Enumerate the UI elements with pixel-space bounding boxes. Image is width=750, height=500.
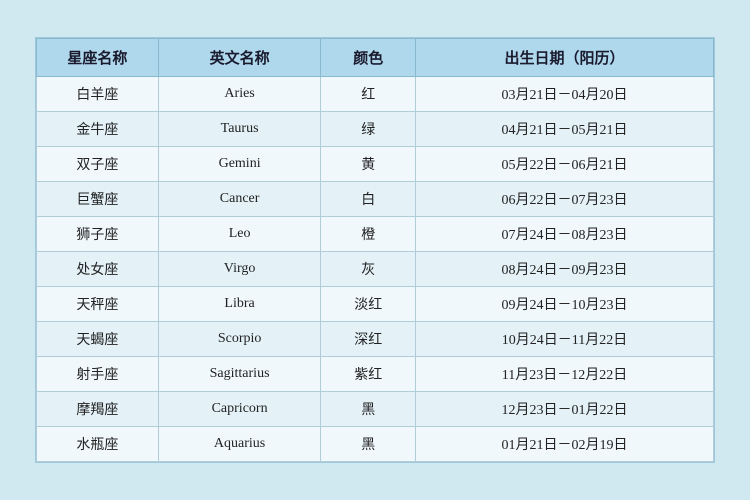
cell-english: Aquarius <box>158 427 320 462</box>
table-row: 天秤座Libra淡红09月24日－10月23日 <box>37 287 714 322</box>
cell-chinese: 巨蟹座 <box>37 182 159 217</box>
cell-dates: 09月24日－10月23日 <box>416 287 714 322</box>
cell-chinese: 白羊座 <box>37 77 159 112</box>
table-row: 金牛座Taurus绿04月21日－05月21日 <box>37 112 714 147</box>
header-english: 英文名称 <box>158 39 320 77</box>
zodiac-table: 星座名称 英文名称 颜色 出生日期（阳历） 白羊座Aries红03月21日－04… <box>36 38 714 462</box>
cell-dates: 11月23日－12月22日 <box>416 357 714 392</box>
table-body: 白羊座Aries红03月21日－04月20日金牛座Taurus绿04月21日－0… <box>37 77 714 462</box>
cell-color: 红 <box>321 77 416 112</box>
cell-color: 深红 <box>321 322 416 357</box>
cell-chinese: 水瓶座 <box>37 427 159 462</box>
zodiac-table-container: 星座名称 英文名称 颜色 出生日期（阳历） 白羊座Aries红03月21日－04… <box>35 37 715 463</box>
cell-dates: 12月23日－01月22日 <box>416 392 714 427</box>
cell-english: Capricorn <box>158 392 320 427</box>
table-row: 处女座Virgo灰08月24日－09月23日 <box>37 252 714 287</box>
cell-english: Scorpio <box>158 322 320 357</box>
cell-english: Cancer <box>158 182 320 217</box>
cell-dates: 01月21日－02月19日 <box>416 427 714 462</box>
table-header-row: 星座名称 英文名称 颜色 出生日期（阳历） <box>37 39 714 77</box>
cell-chinese: 处女座 <box>37 252 159 287</box>
cell-color: 黄 <box>321 147 416 182</box>
cell-english: Gemini <box>158 147 320 182</box>
header-date: 出生日期（阳历） <box>416 39 714 77</box>
cell-dates: 08月24日－09月23日 <box>416 252 714 287</box>
table-row: 巨蟹座Cancer白06月22日－07月23日 <box>37 182 714 217</box>
cell-color: 橙 <box>321 217 416 252</box>
cell-color: 紫红 <box>321 357 416 392</box>
cell-dates: 06月22日－07月23日 <box>416 182 714 217</box>
table-row: 天蝎座Scorpio深红10月24日－11月22日 <box>37 322 714 357</box>
cell-english: Virgo <box>158 252 320 287</box>
cell-color: 黑 <box>321 392 416 427</box>
cell-chinese: 天秤座 <box>37 287 159 322</box>
table-row: 摩羯座Capricorn黑12月23日－01月22日 <box>37 392 714 427</box>
header-color: 颜色 <box>321 39 416 77</box>
cell-chinese: 狮子座 <box>37 217 159 252</box>
cell-english: Libra <box>158 287 320 322</box>
cell-english: Sagittarius <box>158 357 320 392</box>
cell-color: 白 <box>321 182 416 217</box>
cell-chinese: 射手座 <box>37 357 159 392</box>
cell-chinese: 金牛座 <box>37 112 159 147</box>
table-row: 射手座Sagittarius紫红11月23日－12月22日 <box>37 357 714 392</box>
cell-chinese: 天蝎座 <box>37 322 159 357</box>
cell-english: Taurus <box>158 112 320 147</box>
cell-dates: 05月22日－06月21日 <box>416 147 714 182</box>
cell-color: 灰 <box>321 252 416 287</box>
table-row: 水瓶座Aquarius黑01月21日－02月19日 <box>37 427 714 462</box>
cell-dates: 07月24日－08月23日 <box>416 217 714 252</box>
cell-color: 淡红 <box>321 287 416 322</box>
table-row: 双子座Gemini黄05月22日－06月21日 <box>37 147 714 182</box>
cell-dates: 03月21日－04月20日 <box>416 77 714 112</box>
table-row: 狮子座Leo橙07月24日－08月23日 <box>37 217 714 252</box>
cell-color: 黑 <box>321 427 416 462</box>
table-row: 白羊座Aries红03月21日－04月20日 <box>37 77 714 112</box>
cell-english: Aries <box>158 77 320 112</box>
cell-chinese: 双子座 <box>37 147 159 182</box>
cell-english: Leo <box>158 217 320 252</box>
cell-dates: 10月24日－11月22日 <box>416 322 714 357</box>
header-chinese: 星座名称 <box>37 39 159 77</box>
cell-color: 绿 <box>321 112 416 147</box>
cell-dates: 04月21日－05月21日 <box>416 112 714 147</box>
cell-chinese: 摩羯座 <box>37 392 159 427</box>
